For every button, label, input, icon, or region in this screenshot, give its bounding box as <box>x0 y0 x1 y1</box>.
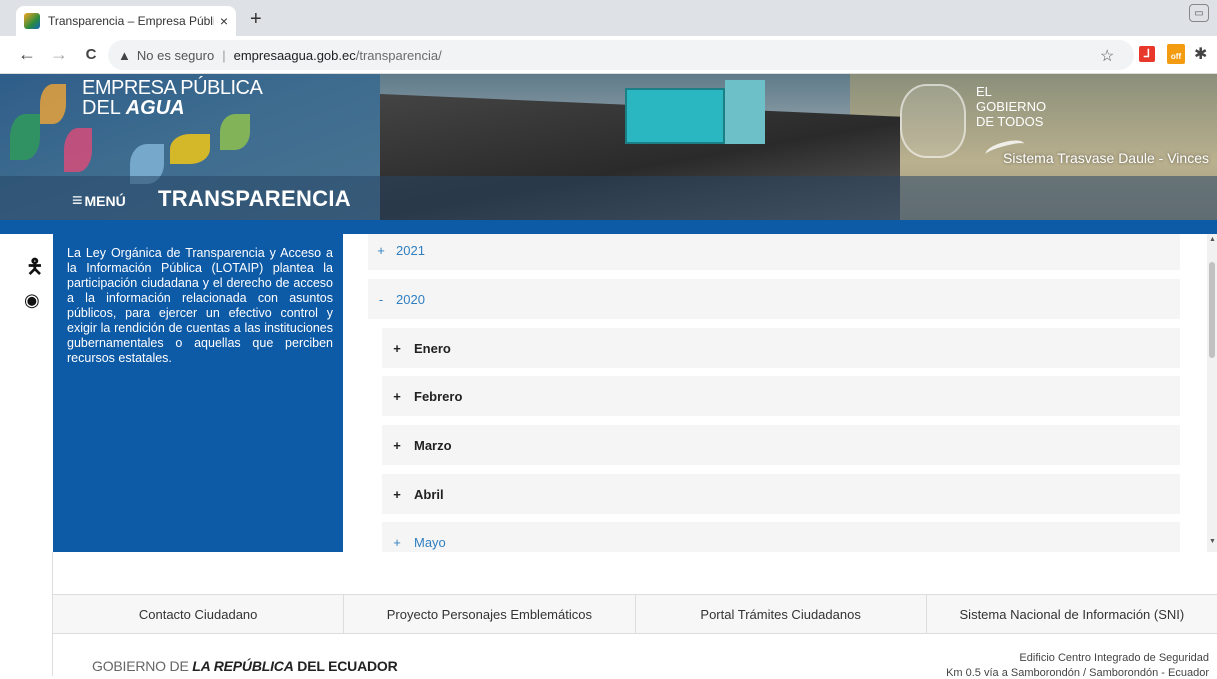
leaf-decoration <box>220 114 250 150</box>
accordion-month-marzo[interactable]: + Marzo <box>382 425 1180 465</box>
expand-icon: + <box>393 534 401 550</box>
collapse-icon: - <box>378 291 384 307</box>
security-status[interactable]: No es seguro <box>137 48 214 63</box>
url-host: empresaagua.gob.ec <box>233 47 356 63</box>
gov-suffix: DEL ECUADOR <box>293 658 398 674</box>
brand-bold: AGUA <box>125 97 185 119</box>
scroll-down-icon[interactable]: ▼ <box>1209 538 1216 545</box>
brand-line-2: DEL AGUA <box>82 98 185 118</box>
footer-link-sni[interactable]: Sistema Nacional de Información (SNI) <box>927 595 1217 633</box>
hero-building <box>625 88 725 144</box>
url-text[interactable]: empresaagua.gob.ec/transparencia/ <box>234 48 442 63</box>
footer-address-line-1: Edificio Centro Integrado de Seguridad <box>1019 652 1209 664</box>
month-label: Abril <box>414 486 444 502</box>
accordion-month-febrero[interactable]: + Febrero <box>382 376 1180 416</box>
expand-icon: + <box>377 242 385 258</box>
leaf-decoration <box>64 128 92 172</box>
favicon-icon <box>24 13 40 29</box>
gov-line-2: GOBIERNO <box>976 99 1047 114</box>
window-minimize-icon[interactable]: ▭ <box>1189 4 1209 22</box>
expand-icon: + <box>393 437 401 453</box>
omnibox-separator: | <box>222 47 226 63</box>
footer-nav: Contacto Ciudadano Proyecto Personajes E… <box>53 594 1217 634</box>
coat-of-arms-icon <box>900 84 966 158</box>
accordion-year-2021[interactable]: + 2021 <box>368 234 1180 270</box>
intro-text: La Ley Orgánica de Transparencia y Acces… <box>53 234 343 552</box>
accordion-month-enero[interactable]: + Enero <box>382 328 1180 368</box>
reload-button[interactable]: C <box>78 46 104 63</box>
transparency-accordion: + 2021 - 2020 + Enero + Febrero + Marzo … <box>368 234 1208 552</box>
accessibility-icon[interactable]: 🯅 <box>26 252 44 286</box>
accordion-month-mayo[interactable]: + Mayo <box>382 522 1180 552</box>
menu-button[interactable]: ≡ MENÚ <box>72 190 126 211</box>
extensions-puzzle-icon[interactable]: ✱ <box>1194 44 1207 64</box>
back-button[interactable]: ← <box>14 44 40 65</box>
footer-link-contacto[interactable]: Contacto Ciudadano <box>53 595 345 633</box>
footer-address-line-2: Km 0.5 vía a Samborondón / Samborondón -… <box>946 667 1209 679</box>
forward-button[interactable]: → <box>46 44 72 65</box>
coupon-extension-icon[interactable]: off <box>1167 44 1185 64</box>
footer-link-tramites[interactable]: Portal Trámites Ciudadanos <box>636 595 927 633</box>
menu-label: MENÚ <box>84 192 126 209</box>
accordion-month-abril[interactable]: + Abril <box>382 474 1180 514</box>
leaf-decoration <box>40 84 66 124</box>
hero-building-side <box>725 80 765 144</box>
expand-icon: + <box>393 486 401 502</box>
footer-link-personajes[interactable]: Proyecto Personajes Emblemáticos <box>344 595 636 633</box>
gov-bold: LA REPÚBLICA <box>192 658 294 674</box>
government-footer-logo: GOBIERNO DE LA REPÚBLICA DEL ECUADOR <box>92 658 398 674</box>
month-label: Mayo <box>414 534 446 550</box>
gov-prefix: GOBIERNO DE <box>92 658 193 674</box>
month-label: Febrero <box>414 388 463 404</box>
browser-toolbar: ← → C ▲ No es seguro | empresaagua.gob.e… <box>0 36 1217 74</box>
scroll-up-icon[interactable]: ▲ <box>1209 236 1216 243</box>
brand-line-1: EMPRESA PÚBLICA <box>82 77 263 99</box>
pdf-extension-icon[interactable]: ⅃ <box>1139 46 1155 62</box>
leaf-decoration <box>170 134 210 164</box>
system-name: Sistema Trasvase Daule - Vinces <box>1003 150 1209 166</box>
eye-icon[interactable]: ◉ <box>24 290 40 311</box>
year-label: 2020 <box>396 291 425 307</box>
url-path: /transparencia/ <box>355 47 442 63</box>
gobierno-logo: EL GOBIERNO DE TODOS <box>976 84 1046 129</box>
tab-strip: Transparencia – Empresa Pública × + ▭ <box>0 0 1217 36</box>
month-label: Enero <box>414 340 451 356</box>
page-title: TRANSPARENCIA <box>158 186 351 211</box>
hamburger-icon: ≡ <box>72 190 83 210</box>
month-label: Marzo <box>414 437 452 453</box>
new-tab-button[interactable]: + <box>250 8 262 31</box>
tab-title: Transparencia – Empresa Pública <box>48 14 214 28</box>
tab-close-icon[interactable]: × <box>220 13 228 29</box>
accordion-year-2020[interactable]: - 2020 <box>368 279 1180 319</box>
expand-icon: + <box>393 388 401 404</box>
bookmark-star-icon[interactable]: ☆ <box>1100 46 1114 66</box>
year-label: 2021 <box>396 242 425 258</box>
address-bar[interactable]: ▲ No es seguro | empresaagua.gob.ec/tran… <box>108 40 1134 70</box>
blue-strip <box>0 220 1217 234</box>
expand-icon: + <box>393 340 401 356</box>
warning-icon[interactable]: ▲ <box>118 48 131 63</box>
browser-tab[interactable]: Transparencia – Empresa Pública × <box>16 6 236 36</box>
brand-prefix: DEL <box>82 97 126 119</box>
gov-line-3: DE TODOS <box>976 114 1044 129</box>
scrollbar-thumb[interactable] <box>1209 262 1215 358</box>
leaf-decoration <box>10 114 40 160</box>
gov-line-1: EL <box>976 84 992 99</box>
